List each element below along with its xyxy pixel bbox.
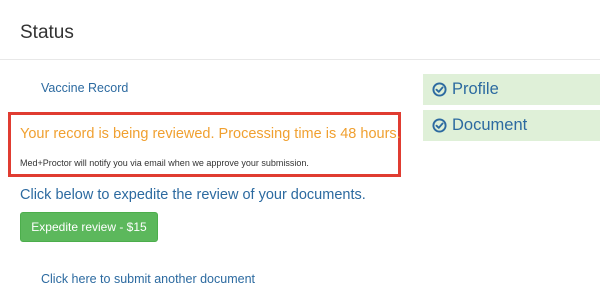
expedite-review-button[interactable]: Expedite review - $15 — [20, 212, 158, 242]
check-circle-icon — [432, 82, 447, 97]
page-title: Status — [20, 22, 74, 43]
notify-text: Med+Proctor will notify you via email wh… — [20, 158, 309, 168]
expedite-prompt: Click below to expedite the review of yo… — [20, 187, 366, 203]
review-status-text: Your record is being reviewed. Processin… — [20, 126, 401, 142]
sidebar-item-profile[interactable]: Profile — [423, 74, 600, 105]
sidebar-item-label: Profile — [452, 80, 499, 98]
sidebar-item-document[interactable]: Document — [423, 110, 600, 141]
title-divider — [0, 59, 600, 60]
vaccine-record-link[interactable]: Vaccine Record — [41, 81, 128, 95]
check-circle-icon — [432, 118, 447, 133]
submit-another-document-link[interactable]: Click here to submit another document — [41, 272, 255, 286]
sidebar-item-label: Document — [452, 116, 528, 134]
